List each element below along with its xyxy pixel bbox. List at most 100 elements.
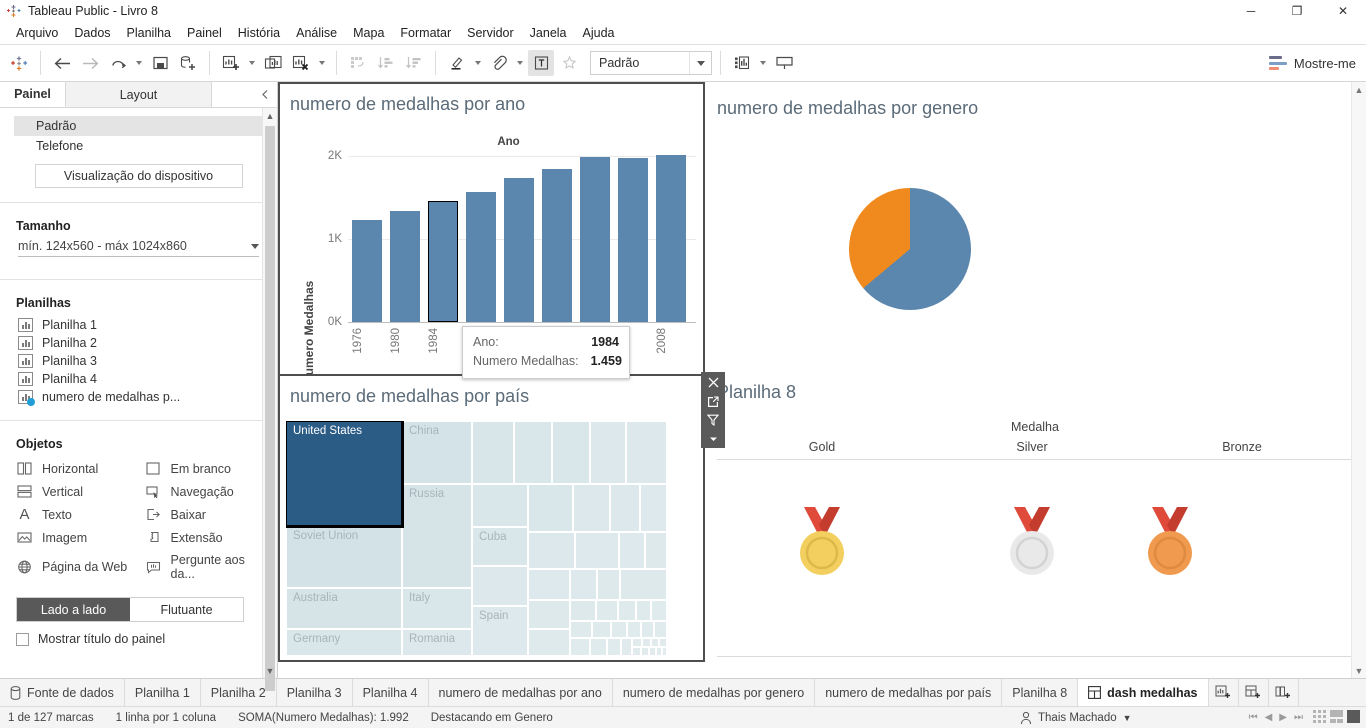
treemap-cell-unlabeled-14[interactable] [619, 532, 645, 569]
new-worksheet-tab-button[interactable] [1209, 679, 1239, 706]
presentation-mode-icon[interactable] [771, 50, 797, 76]
object-ask-data[interactable]: Pergunte aos da... [143, 551, 264, 583]
treemap-cell-unlabeled-31[interactable] [641, 621, 654, 638]
treemap-cell-unlabeled-3[interactable] [552, 421, 590, 484]
treemap-cell-unlabeled-29[interactable] [611, 621, 627, 638]
split-view-icon[interactable] [1330, 709, 1343, 726]
fit-selector-caret[interactable] [689, 52, 711, 74]
highlight-caret[interactable] [472, 50, 484, 76]
maximize-button[interactable]: ❐ [1274, 0, 1320, 22]
go-to-sheet-icon[interactable] [703, 395, 723, 409]
bar-2000[interactable]: 2000 [580, 157, 610, 354]
sheet-tab-planilha-1[interactable]: Planilha 1 [124, 679, 201, 706]
duplicate-sheet-icon[interactable] [260, 50, 286, 76]
treemap-cell-unlabeled-19[interactable] [620, 569, 667, 600]
treemap-cell-unlabeled-27[interactable] [570, 621, 592, 638]
forward-icon[interactable] [77, 50, 103, 76]
layout-mode-floating[interactable]: Flutuante [130, 598, 243, 621]
pie-chart-graphic[interactable] [849, 188, 971, 310]
treemap-cell-unlabeled-26[interactable] [651, 600, 667, 621]
fit-selector[interactable]: Padrão [590, 51, 712, 75]
treemap-cell-unlabeled-11[interactable] [640, 484, 667, 532]
treemap-cell-unlabeled-34[interactable] [590, 638, 607, 656]
object-vertical[interactable]: Vertical [14, 482, 135, 501]
show-totals-icon[interactable] [729, 50, 755, 76]
treemap-cell-unlabeled-35[interactable] [607, 638, 621, 656]
treemap-cell-unlabeled-8[interactable] [528, 484, 573, 532]
bar-1984[interactable]: 1984 [428, 201, 458, 354]
size-caret[interactable] [251, 244, 259, 249]
sheet-tab-planilha-4[interactable]: Planilha 4 [352, 679, 429, 706]
sheet-tab-medalhas-por-pais[interactable]: numero de medalhas por país [815, 679, 1003, 706]
status-nav-arrows[interactable]: ⏮ ◀ ▶ ⏭ [1249, 712, 1303, 723]
sheet-tab-planilha-3[interactable]: Planilha 3 [276, 679, 353, 706]
refresh-icon[interactable] [105, 50, 131, 76]
bar-1992[interactable]: 1992 [504, 178, 534, 354]
panel-scrollbar[interactable]: ▲ ▼ [262, 108, 277, 691]
refresh-dropdown-caret[interactable] [133, 50, 145, 76]
new-dashboard-tab-button[interactable] [1239, 679, 1269, 706]
bar-1980[interactable]: 1980 [390, 211, 420, 354]
tab-data-source[interactable]: Fonte de dados [0, 679, 125, 706]
status-user[interactable]: Thais Machado ▼ [1020, 711, 1132, 725]
treemap-cell-unlabeled-23[interactable] [596, 600, 618, 621]
clear-sheet-icon[interactable] [288, 50, 314, 76]
sheet-item-planilha-4[interactable]: Planilha 4 [14, 370, 263, 388]
show-me-button[interactable]: Mostre-me [1268, 56, 1356, 71]
treemap-cell-unlabeled-28[interactable] [592, 621, 611, 638]
treemap-cell-unlabeled-38[interactable] [642, 638, 651, 647]
medal-mark-bronze[interactable] [1146, 507, 1194, 580]
show-mark-labels-icon[interactable] [528, 50, 554, 76]
medal-mark-silver[interactable] [1008, 507, 1056, 580]
show-dashboard-title-checkbox[interactable] [16, 632, 29, 646]
new-story-tab-button[interactable] [1269, 679, 1299, 706]
first-page-icon[interactable]: ⏮ [1249, 712, 1258, 723]
bar-1996[interactable]: 1996 [542, 169, 572, 354]
clear-sheet-caret[interactable] [316, 50, 328, 76]
menu-planilha[interactable]: Planilha [119, 24, 179, 42]
treemap-cell-russia[interactable]: Russia [402, 484, 472, 588]
prev-page-icon[interactable]: ◀ [1265, 712, 1273, 723]
object-text[interactable]: A Texto [14, 505, 135, 524]
treemap-cell-australia[interactable]: Australia [286, 588, 402, 629]
dashboard-zone-pie-chart[interactable]: numero de medalhas por genero [705, 82, 1365, 374]
sheet-tab-dash-medalhas[interactable]: dash medalhas [1078, 679, 1209, 706]
treemap-cell-unlabeled-45[interactable] [662, 647, 667, 656]
treemap-cell-unlabeled-15[interactable] [645, 532, 667, 569]
treemap-cell-unlabeled-42[interactable] [641, 647, 649, 656]
treemap-cell-unlabeled-40[interactable] [659, 638, 667, 647]
device-preview-button[interactable]: Visualização do dispositivo [34, 164, 243, 188]
device-option-telefone[interactable]: Telefone [14, 136, 263, 156]
device-option-padrao[interactable]: Padrão [14, 116, 263, 136]
menu-servidor[interactable]: Servidor [459, 24, 522, 42]
close-button[interactable]: ✕ [1320, 0, 1366, 22]
treemap-cell-unlabeled-37[interactable] [632, 638, 642, 647]
treemap-cell-unlabeled-41[interactable] [632, 647, 641, 656]
sheet-item-planilha-1[interactable]: Planilha 1 [14, 316, 263, 334]
treemap-cell-unlabeled-36[interactable] [621, 638, 632, 656]
sheet-item-planilha-3[interactable]: Planilha 3 [14, 352, 263, 370]
canvas-vertical-scrollbar[interactable]: ▲ ▼ [1351, 82, 1366, 678]
treemap-cell-unlabeled-16[interactable] [528, 569, 570, 600]
new-worksheet-caret[interactable] [246, 50, 258, 76]
object-download[interactable]: Baixar [143, 505, 264, 524]
swap-rows-columns-icon[interactable] [345, 50, 371, 76]
layout-mode-tiled[interactable]: Lado a lado [17, 598, 130, 621]
sheet-item-medalhas-ano[interactable]: numero de medalhas p... [14, 388, 263, 406]
object-navigation[interactable]: Navegação [143, 482, 264, 501]
status-user-caret[interactable]: ▼ [1123, 713, 1132, 723]
treemap-cell-unlabeled-6[interactable] [472, 484, 528, 527]
treemap-cell-soviet-union[interactable]: Soviet Union [286, 526, 402, 588]
treemap-cell-china[interactable]: China [402, 421, 472, 484]
menu-analise[interactable]: Análise [288, 24, 345, 42]
minimize-button[interactable]: ─ [1228, 0, 1274, 22]
scroll-down-arrow[interactable]: ▼ [263, 663, 277, 678]
close-icon[interactable] [703, 376, 723, 390]
tab-painel[interactable]: Painel [0, 82, 66, 107]
treemap-cell-unlabeled-20[interactable] [528, 600, 570, 629]
menu-formatar[interactable]: Formatar [392, 24, 459, 42]
object-blank[interactable]: Em branco [143, 459, 264, 478]
tab-layout[interactable]: Layout [66, 82, 212, 107]
dashboard-zone-treemap[interactable]: numero de medalhas por país United State… [278, 374, 705, 662]
object-web-page[interactable]: Página da Web [14, 551, 135, 583]
